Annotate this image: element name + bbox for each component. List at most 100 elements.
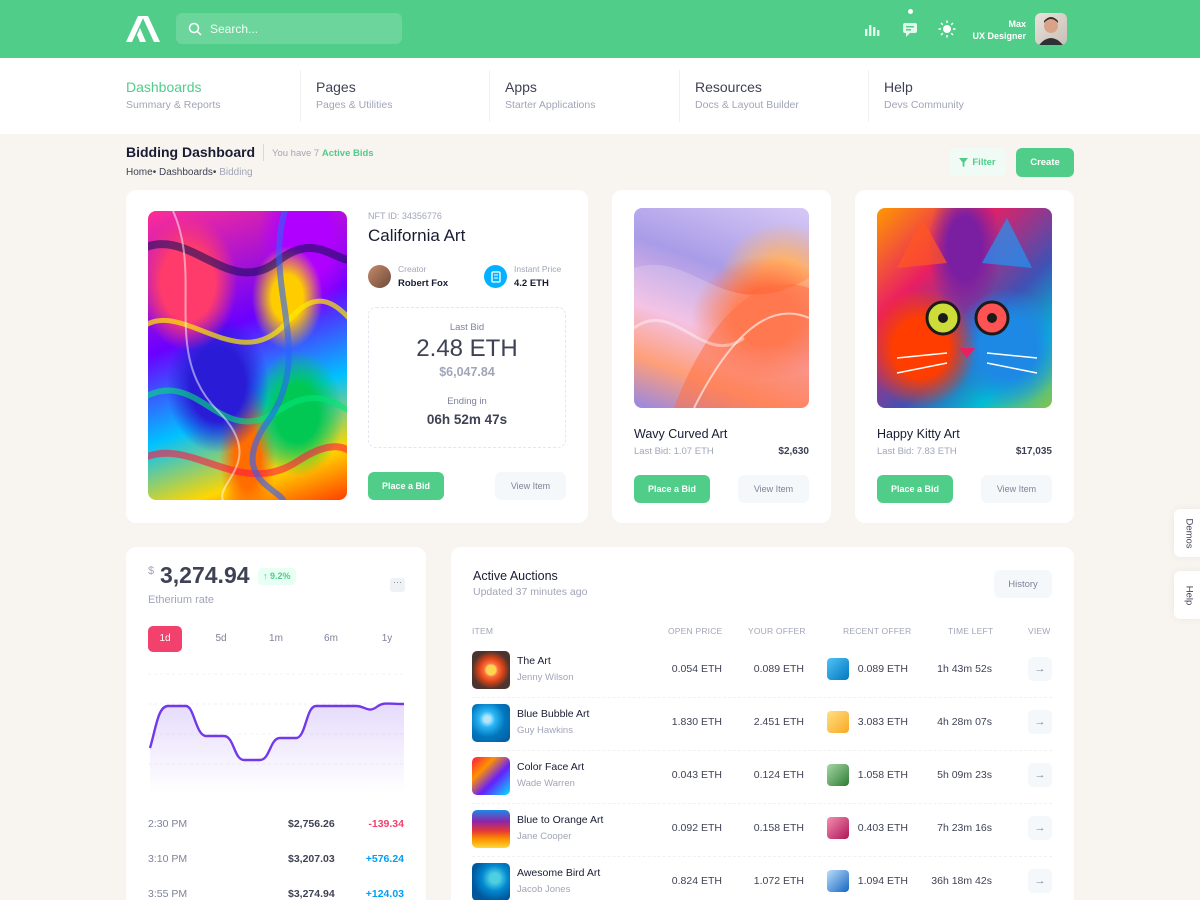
item-author: Jacob Jones xyxy=(517,884,571,895)
your-offer: 0.124 ETH xyxy=(753,769,804,781)
place-bid-button[interactable]: Place a Bid xyxy=(877,475,953,503)
breadcrumb-sep: • xyxy=(212,167,217,178)
card-title: Wavy Curved Art xyxy=(634,427,728,441)
top-header: Max UX Designer xyxy=(0,0,1200,58)
nft-id: NFT ID: 34356776 xyxy=(368,211,442,221)
item-thumbnail[interactable] xyxy=(472,757,510,795)
creator-name[interactable]: Robert Fox xyxy=(398,278,448,289)
instant-price-icon xyxy=(484,265,507,288)
breadcrumb: Home• Dashboards• Bidding xyxy=(126,167,253,178)
filter-button[interactable]: Filter xyxy=(949,148,1006,176)
rate-time: 3:55 PM xyxy=(148,888,188,900)
item-name[interactable]: The Art xyxy=(517,655,551,667)
nav-divider xyxy=(300,70,301,122)
california-art-image[interactable] xyxy=(148,211,347,500)
recent-offer: 0.089 ETH xyxy=(857,663,908,675)
nav-subtitle: Starter Applications xyxy=(505,99,596,111)
view-arrow-icon[interactable]: → xyxy=(1028,816,1052,840)
breadcrumb-dashboards[interactable]: Dashboards xyxy=(159,167,213,178)
chart-area xyxy=(150,703,404,793)
help-side-tab[interactable]: Help xyxy=(1174,571,1200,619)
search-icon xyxy=(188,22,202,36)
nav-resources[interactable]: Resources Docs & Layout Builder xyxy=(695,70,799,122)
active-bids-link[interactable]: Active Bids xyxy=(322,148,374,159)
item-thumbnail[interactable] xyxy=(472,651,510,689)
help-label: Help xyxy=(1183,585,1195,605)
demos-side-tab[interactable]: Demos xyxy=(1174,509,1200,557)
breadcrumb-home[interactable]: Home xyxy=(126,167,153,178)
history-button[interactable]: History xyxy=(994,570,1052,598)
item-name[interactable]: Blue to Orange Art xyxy=(517,814,603,826)
place-bid-button[interactable]: Place a Bid xyxy=(634,475,710,503)
your-offer: 1.072 ETH xyxy=(753,875,804,887)
rate-history-row: 2:30 PM $2,756.26 -139.34 xyxy=(148,818,404,836)
wavy-art-image[interactable] xyxy=(634,208,809,408)
user-info[interactable]: Max UX Designer xyxy=(972,18,1026,42)
item-thumbnail[interactable] xyxy=(472,704,510,742)
view-arrow-icon[interactable]: → xyxy=(1028,710,1052,734)
kitty-art-image[interactable] xyxy=(877,208,1052,408)
range-tab-1y[interactable]: 1y xyxy=(370,626,404,652)
range-tab-1d[interactable]: 1d xyxy=(148,626,182,652)
view-item-button[interactable]: View Item xyxy=(495,472,566,500)
card-last-bid: Last Bid: 1.07 ETH xyxy=(634,446,714,457)
nav-title: Apps xyxy=(505,79,537,95)
view-item-button[interactable]: View Item xyxy=(738,475,809,503)
range-tab-6m[interactable]: 6m xyxy=(314,626,348,652)
time-left: 36h 18m 42s xyxy=(931,875,992,887)
col-header-item: ITEM xyxy=(472,626,494,636)
chat-icon[interactable] xyxy=(901,20,919,38)
range-tab-5d[interactable]: 5d xyxy=(204,626,238,652)
app-logo[interactable] xyxy=(126,16,160,42)
place-bid-button[interactable]: Place a Bid xyxy=(368,472,444,500)
nav-subtitle: Docs & Layout Builder xyxy=(695,99,799,111)
item-thumbnail[interactable] xyxy=(472,863,510,900)
time-left: 1h 43m 52s xyxy=(937,663,992,675)
item-name[interactable]: Blue Bubble Art xyxy=(517,708,589,720)
nav-help[interactable]: Help Devs Community xyxy=(884,70,964,122)
creator-label: Creator xyxy=(398,264,427,274)
row-divider xyxy=(472,697,1052,698)
range-tab-1m[interactable]: 1m xyxy=(259,626,293,652)
create-button[interactable]: Create xyxy=(1016,148,1074,177)
item-name[interactable]: Awesome Bird Art xyxy=(517,867,600,879)
theme-sun-icon[interactable] xyxy=(938,20,956,38)
page-title: Bidding Dashboard xyxy=(126,144,256,160)
open-price: 0.043 ETH xyxy=(671,769,722,781)
cat-artwork xyxy=(896,218,1038,374)
open-price: 0.092 ETH xyxy=(671,822,722,834)
card-last-bid: Last Bid: 7.83 ETH xyxy=(877,446,957,457)
recent-offer: 1.094 ETH xyxy=(857,875,908,887)
col-header-view: VIEW xyxy=(1028,626,1051,636)
nav-title: Help xyxy=(884,79,913,95)
nav-apps[interactable]: Apps Starter Applications xyxy=(505,70,595,122)
auction-row: Awesome Bird Art Jacob Jones 0.824 ETH 1… xyxy=(472,863,1052,900)
view-arrow-icon[interactable]: → xyxy=(1028,869,1052,893)
item-thumbnail[interactable] xyxy=(472,810,510,848)
stats-icon[interactable] xyxy=(863,20,881,38)
time-left: 4h 28m 07s xyxy=(937,716,992,728)
item-name[interactable]: Color Face Art xyxy=(517,761,584,773)
rate-line-chart xyxy=(148,673,404,793)
col-header-recent-offer: RECENT OFFER xyxy=(843,626,912,636)
view-arrow-icon[interactable]: → xyxy=(1028,657,1052,681)
notification-dot xyxy=(908,9,913,14)
view-arrow-icon[interactable]: → xyxy=(1028,763,1052,787)
view-item-button[interactable]: View Item xyxy=(981,475,1052,503)
last-bid-label: Last Bid xyxy=(449,322,485,333)
rate-history-row: 3:55 PM $3,274.94 +124.03 xyxy=(148,888,404,900)
more-menu-icon[interactable]: ··· xyxy=(390,578,405,592)
nav-dashboards[interactable]: Dashboards Summary & Reports xyxy=(126,70,221,122)
last-bid-eth: 2.48 ETH xyxy=(416,335,518,362)
rate-price: $3,207.03 xyxy=(288,853,335,865)
open-price: 0.824 ETH xyxy=(671,875,722,887)
recent-offer: 3.083 ETH xyxy=(857,716,908,728)
user-avatar[interactable] xyxy=(1035,13,1067,45)
rate-price: $3,274.94 xyxy=(288,888,335,900)
search-box[interactable] xyxy=(176,13,402,44)
search-input[interactable] xyxy=(210,21,390,36)
nav-pages[interactable]: Pages Pages & Utilities xyxy=(316,70,392,122)
rate-change: -139.34 xyxy=(368,818,404,830)
instant-price-value: 4.2 ETH xyxy=(514,278,549,289)
row-divider xyxy=(472,856,1052,857)
